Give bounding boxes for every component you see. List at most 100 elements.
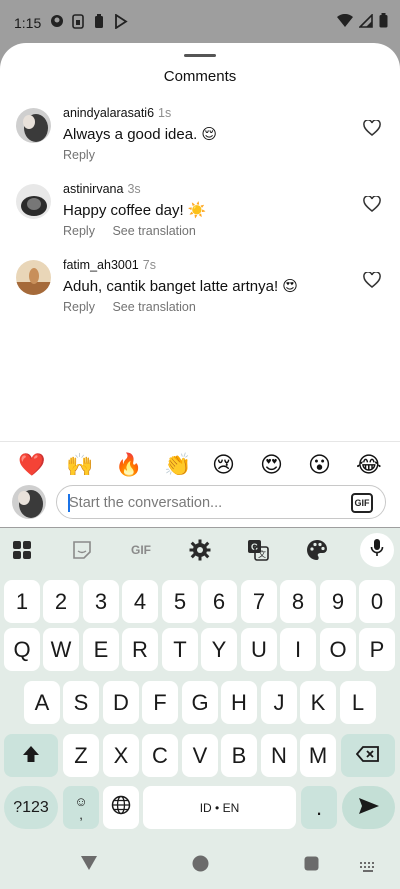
reaction-heart[interactable]: ❤️ [18, 450, 45, 480]
key-3[interactable]: 3 [83, 580, 119, 623]
period-key[interactable]: . [301, 786, 337, 829]
comment-item: fatim_ah3001 7s Aduh, cantik banget latte… [0, 256, 400, 326]
reaction-fire[interactable]: 🔥 [115, 450, 142, 480]
key-g[interactable]: G [182, 681, 218, 724]
key-w[interactable]: W [43, 628, 79, 671]
heart-icon[interactable] [363, 271, 381, 288]
key-i[interactable]: I [280, 628, 316, 671]
avatar[interactable] [16, 108, 51, 143]
comments-sheet: Comments anindyalarasati6 1s Always a goo… [0, 43, 400, 443]
space-bar[interactable]: ID • EN [143, 786, 296, 829]
reply-button[interactable]: Reply [63, 224, 95, 238]
key-r[interactable]: R [122, 628, 158, 671]
key-a[interactable]: A [24, 681, 60, 724]
drag-handle[interactable] [184, 54, 216, 57]
comment-text: Aduh, cantik banget latte artnya! 😍 [63, 278, 298, 295]
key-8[interactable]: 8 [280, 580, 316, 623]
heart-icon[interactable] [363, 119, 381, 136]
send-key[interactable] [342, 786, 395, 829]
key-k[interactable]: K [300, 681, 336, 724]
see-translation-button[interactable]: See translation [112, 224, 195, 238]
gif-keyboard-tab[interactable]: GIF [126, 538, 156, 562]
avatar[interactable] [16, 184, 51, 219]
key-m[interactable]: M [300, 734, 336, 777]
key-z[interactable]: Z [63, 734, 99, 777]
reply-button[interactable]: Reply [63, 300, 95, 314]
comment-input[interactable] [69, 493, 329, 513]
status-bar: 1:15 [0, 0, 400, 46]
reply-button[interactable]: Reply [63, 148, 95, 162]
reaction-heart-eyes[interactable]: 😍 [260, 450, 283, 480]
comment-input-box[interactable]: GIF [56, 485, 386, 519]
back-nav-icon[interactable] [80, 855, 98, 876]
key-d[interactable]: D [103, 681, 139, 724]
comment-time: 3s [127, 182, 141, 196]
svg-text:文: 文 [258, 549, 266, 559]
symbols-key[interactable]: ?123 [4, 786, 58, 829]
theme-palette-icon[interactable] [305, 538, 329, 562]
emoji-comma-key[interactable]: ☺ , [63, 786, 99, 829]
heart-icon[interactable] [363, 195, 381, 212]
sheet-title: Comments [163, 68, 237, 85]
apps-grid-icon[interactable] [10, 538, 34, 562]
key-5[interactable]: 5 [162, 580, 198, 623]
gif-button[interactable]: GIF [351, 493, 373, 513]
sim-icon [72, 14, 84, 32]
key-y[interactable]: Y [201, 628, 237, 671]
key-6[interactable]: 6 [201, 580, 237, 623]
comment-time: 1s [158, 106, 172, 120]
see-translation-button[interactable]: See translation [112, 300, 195, 314]
key-q[interactable]: Q [4, 628, 40, 671]
reaction-clap[interactable]: 👏 [164, 450, 191, 480]
quick-reactions: ❤️ 🙌 🔥 👏 😢 😍 😮 😂 [0, 450, 400, 480]
key-9[interactable]: 9 [320, 580, 356, 623]
key-b[interactable]: B [221, 734, 257, 777]
keyboard-switch-icon[interactable] [360, 859, 376, 877]
battery-saver-icon [94, 14, 104, 32]
comment-username[interactable]: astinirvana [63, 182, 123, 196]
key-2[interactable]: 2 [43, 580, 79, 623]
key-1[interactable]: 1 [4, 580, 40, 623]
key-n[interactable]: N [261, 734, 297, 777]
comment-item: astinirvana 3s Happy coffee day! ☀️ Reply… [0, 180, 400, 250]
reaction-raised-hands[interactable]: 🙌 [66, 450, 93, 480]
key-0[interactable]: 0 [359, 580, 395, 623]
key-j[interactable]: J [261, 681, 297, 724]
translate-icon[interactable]: G文 [246, 538, 270, 562]
key-e[interactable]: E [83, 628, 119, 671]
voice-input-button[interactable] [360, 533, 394, 567]
comment-username[interactable]: fatim_ah3001 [63, 258, 139, 272]
reaction-surprised[interactable]: 😮 [308, 450, 331, 480]
key-h[interactable]: H [221, 681, 257, 724]
settings-gear-icon[interactable] [188, 538, 212, 562]
key-4[interactable]: 4 [122, 580, 158, 623]
sticker-icon[interactable] [70, 538, 94, 562]
key-l[interactable]: L [340, 681, 376, 724]
key-c[interactable]: C [142, 734, 178, 777]
comment-username-row: anindyalarasati6 1s [63, 106, 171, 120]
key-p[interactable]: P [359, 628, 395, 671]
reaction-crying[interactable]: 😢 [212, 450, 235, 480]
status-time: 1:15 [14, 15, 42, 31]
key-o[interactable]: O [320, 628, 356, 671]
reaction-laughing[interactable]: 😂 [356, 450, 382, 480]
signal-icon [358, 12, 373, 31]
key-t[interactable]: T [162, 628, 198, 671]
comment-username[interactable]: anindyalarasati6 [63, 106, 154, 120]
key-u[interactable]: U [241, 628, 277, 671]
language-key[interactable] [103, 786, 139, 829]
comment-username-row: fatim_ah3001 7s [63, 258, 156, 272]
avatar[interactable] [16, 260, 51, 295]
key-7[interactable]: 7 [241, 580, 277, 623]
shift-key[interactable] [4, 734, 58, 777]
key-f[interactable]: F [142, 681, 178, 724]
key-x[interactable]: X [103, 734, 139, 777]
my-avatar [12, 485, 46, 519]
recents-nav-icon[interactable] [304, 856, 319, 876]
send-arrow-icon [358, 795, 380, 821]
key-v[interactable]: V [182, 734, 218, 777]
home-nav-icon[interactable] [192, 855, 209, 877]
backspace-key[interactable] [341, 734, 395, 777]
globe-icon [111, 795, 131, 821]
key-s[interactable]: S [63, 681, 99, 724]
